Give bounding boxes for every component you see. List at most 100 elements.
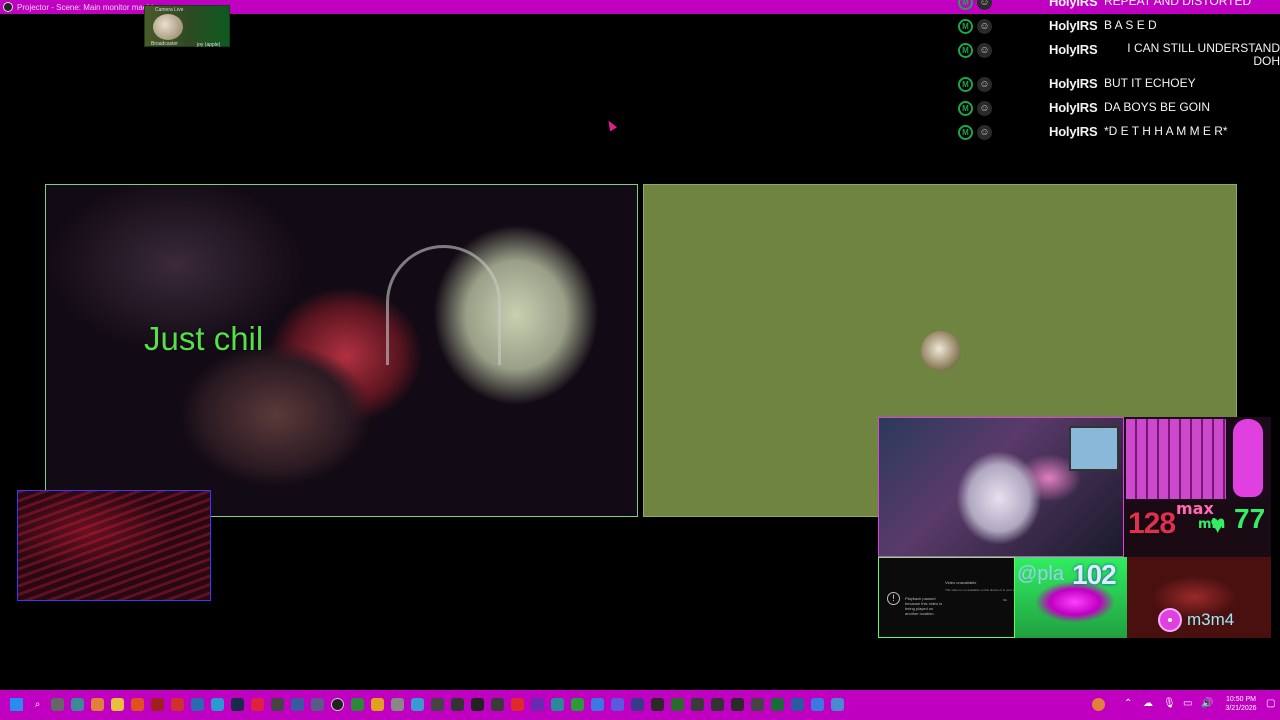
app-icon[interactable]: [311, 698, 324, 711]
moderator-badge-icon: M: [958, 125, 973, 140]
notification-icon[interactable]: ▢: [1266, 698, 1275, 709]
search-icon[interactable]: ⌕: [31, 698, 44, 711]
app-icon[interactable]: [91, 698, 104, 711]
mouse-icon: [1233, 419, 1263, 497]
app-icon[interactable]: [351, 698, 364, 711]
heart-rate-widget: 128 max ♥ min 77: [1124, 499, 1271, 557]
network-icon[interactable]: ▭: [1183, 698, 1192, 709]
preview-thumbnail: Camera Live Broadcaster joy (apple): [144, 5, 230, 48]
discord-icon[interactable]: [611, 698, 624, 711]
app-icon[interactable]: [451, 698, 464, 711]
notification-title: Video unavailable: [945, 580, 977, 585]
windows-start-icon[interactable]: [10, 698, 23, 711]
avatar: [921, 331, 961, 371]
chat-text: DA BOYS BE GOIN: [1104, 100, 1211, 114]
moderator-badge-icon: M: [958, 19, 973, 34]
social-widget: @pla 102: [1015, 557, 1127, 638]
app-icon[interactable]: [831, 698, 844, 711]
user-badge-icon: ☺: [977, 101, 992, 116]
thumbnail-label-left: Broadcaster: [151, 41, 178, 47]
app-icon[interactable]: [791, 698, 804, 711]
moderator-badge-icon: M: [958, 43, 973, 58]
app-icon[interactable]: [291, 698, 304, 711]
app-icon[interactable]: [591, 698, 604, 711]
app-icon[interactable]: [171, 698, 184, 711]
follower-count: 102: [1072, 559, 1117, 590]
settings-icon[interactable]: [391, 698, 404, 711]
mouse-cursor-icon: [605, 118, 617, 132]
app-icon[interactable]: [671, 698, 684, 711]
app-icon[interactable]: [271, 698, 284, 711]
moderator-badge-icon: M: [958, 0, 973, 10]
heart-rate-max-label: max: [1176, 499, 1214, 518]
caption-overlay: Just chil: [144, 320, 264, 357]
app-icon[interactable]: [471, 698, 484, 711]
chat-overlay: M ☺ HolyIRS REPEAT AND DISTORTED M ☺ HolyI…: [955, 0, 1280, 145]
app-icon[interactable]: [191, 698, 204, 711]
chat-text: REPEAT AND DISTORTED: [1104, 0, 1252, 8]
browser-icon[interactable]: [131, 698, 144, 711]
volume-icon[interactable]: 🔊: [1201, 698, 1213, 709]
steam-icon[interactable]: [231, 698, 244, 711]
app-icon[interactable]: [751, 698, 764, 711]
notification-message: Playback paused because this video is be…: [905, 596, 943, 616]
obs-icon[interactable]: [331, 698, 344, 711]
app-icon[interactable]: [411, 698, 424, 711]
cloud-icon[interactable]: ☁: [1143, 698, 1153, 709]
app-icon[interactable]: [691, 698, 704, 711]
chevron-up-icon[interactable]: ⌃: [1124, 698, 1132, 709]
app-icon[interactable]: [151, 698, 164, 711]
microphone-icon[interactable]: 🎙: [1163, 698, 1176, 709]
chat-username: HolyIRS: [1049, 100, 1098, 115]
thumbnail-label-right: joy (apple): [197, 42, 221, 48]
notification-subtitle: This video is not available on this devi…: [945, 588, 1024, 592]
music-disc-icon: [1158, 608, 1182, 632]
webcam-feed: Just chil: [45, 184, 638, 517]
chat-username: HolyIRS: [1049, 42, 1098, 57]
headphone-shape: [386, 245, 501, 365]
heart-rate-min-value: 77: [1234, 503, 1266, 534]
app-icon[interactable]: [531, 698, 544, 711]
room-cam: [878, 417, 1124, 557]
taskbar: ⌕ ⌃ ☁ 🎙 ▭ 🔊 10:50 PM 3/21/2026 ▢: [0, 690, 1280, 720]
stream-overlay-cluster: 128 max ♥ min 77 ! Video unavailable Thi…: [878, 417, 1271, 638]
obs-app-icon: [3, 2, 13, 12]
app-icon[interactable]: [631, 698, 644, 711]
clock-time: 10:50 PM: [1226, 696, 1256, 703]
app-icon[interactable]: [251, 698, 264, 711]
tray-app-icon[interactable]: [1092, 698, 1105, 711]
app-icon[interactable]: [511, 698, 524, 711]
notification-ok-button[interactable]: Ok: [1003, 598, 1007, 602]
chat-username: HolyIRS: [1049, 76, 1098, 91]
app-icon[interactable]: [551, 698, 564, 711]
app-icon[interactable]: [431, 698, 444, 711]
file-explorer-icon[interactable]: [111, 698, 124, 711]
moderator-badge-icon: M: [958, 101, 973, 116]
warning-icon: !: [887, 592, 900, 605]
heart-rate-min-label: min: [1198, 517, 1226, 532]
clock-date: 3/21/2026: [1225, 705, 1257, 712]
app-icon[interactable]: [711, 698, 724, 711]
app-icon[interactable]: [71, 698, 84, 711]
app-icon[interactable]: [491, 698, 504, 711]
app-icon[interactable]: [651, 698, 664, 711]
monitor-shape: [1069, 426, 1119, 471]
edge-icon[interactable]: [211, 698, 224, 711]
chat-text: BUT IT ECHOEY: [1104, 76, 1196, 90]
chat-username: HolyIRS: [1049, 0, 1098, 9]
clock[interactable]: 10:50 PM 3/21/2026: [1219, 695, 1263, 713]
keyboard-cam: [17, 490, 211, 601]
window-title: Projector - Scene: Main monitor machine: [17, 2, 162, 12]
app-icon[interactable]: [771, 698, 784, 711]
moderator-badge-icon: M: [958, 77, 973, 92]
user-badge-icon: ☺: [977, 77, 992, 92]
chat-username: HolyIRS: [1049, 124, 1098, 139]
app-icon[interactable]: [371, 698, 384, 711]
app-icon[interactable]: [571, 698, 584, 711]
app-icon[interactable]: [731, 698, 744, 711]
avatar: [153, 14, 183, 40]
thumbnail-label-top: Camera Live: [155, 7, 184, 13]
app-icon[interactable]: [811, 698, 824, 711]
task-view-icon[interactable]: [51, 698, 64, 711]
now-playing-track: m3m4: [1187, 610, 1235, 629]
